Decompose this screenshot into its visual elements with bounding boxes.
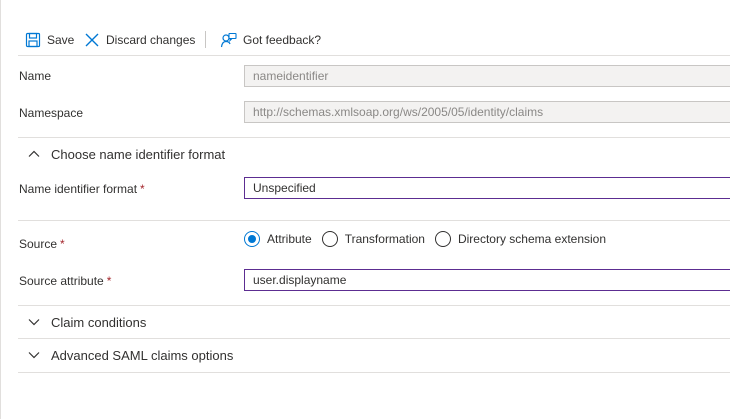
section-divider bbox=[18, 137, 730, 138]
claim-conditions-section-toggle[interactable]: Claim conditions bbox=[27, 313, 146, 331]
radio-selected-indicator bbox=[244, 231, 260, 247]
radio-transformation[interactable]: Transformation bbox=[321, 231, 425, 247]
save-label: Save bbox=[47, 33, 75, 47]
advanced-saml-section-toggle[interactable]: Advanced SAML claims options bbox=[27, 346, 233, 364]
radio-transformation-label: Transformation bbox=[344, 232, 425, 246]
namespace-label: Namespace bbox=[19, 106, 83, 120]
section-title-name-identifier: Choose name identifier format bbox=[51, 146, 226, 162]
source-attribute-dropdown[interactable] bbox=[244, 269, 730, 291]
discard-changes-button[interactable]: Discard changes bbox=[84, 29, 195, 51]
discard-changes-label: Discard changes bbox=[106, 33, 196, 47]
name-identifier-format-section-toggle[interactable]: Choose name identifier format bbox=[27, 145, 225, 163]
feedback-button[interactable]: Got feedback? bbox=[220, 29, 321, 51]
source-attribute-label: Source attribute * bbox=[19, 274, 111, 288]
required-asterisk: * bbox=[60, 237, 65, 251]
name-label-text: Name bbox=[19, 69, 52, 83]
radio-indicator bbox=[321, 231, 338, 247]
section-divider bbox=[18, 220, 730, 221]
section-divider bbox=[18, 305, 730, 306]
source-radio-group: Attribute Transformation Directory schem… bbox=[244, 231, 616, 247]
radio-directory-schema-extension-label: Directory schema extension bbox=[457, 232, 607, 246]
section-divider bbox=[18, 372, 730, 373]
source-label: Source * bbox=[19, 237, 65, 251]
section-title-claim-conditions: Claim conditions bbox=[51, 314, 147, 330]
namespace-label-text: Namespace bbox=[19, 106, 84, 120]
save-button[interactable]: Save bbox=[25, 29, 74, 51]
required-asterisk: * bbox=[140, 182, 145, 196]
close-icon bbox=[84, 32, 100, 48]
required-asterisk: * bbox=[106, 274, 112, 288]
section-title-advanced-saml: Advanced SAML claims options bbox=[51, 347, 234, 363]
source-attribute-label-text: Source attribute bbox=[19, 274, 104, 288]
chevron-down-icon bbox=[27, 348, 41, 362]
name-identifier-format-label: Name identifier format * bbox=[19, 182, 145, 196]
radio-attribute[interactable]: Attribute bbox=[244, 231, 312, 247]
feedback-label: Got feedback? bbox=[243, 33, 322, 47]
source-label-text: Source bbox=[19, 237, 58, 251]
feedback-icon bbox=[220, 32, 237, 49]
save-icon bbox=[25, 32, 41, 48]
name-label: Name bbox=[19, 69, 51, 83]
blade-left-border bbox=[0, 0, 1, 419]
chevron-down-icon bbox=[27, 315, 41, 329]
section-divider bbox=[18, 338, 730, 339]
radio-indicator bbox=[434, 231, 451, 247]
radio-directory-schema-extension[interactable]: Directory schema extension bbox=[434, 231, 607, 247]
chevron-up-icon bbox=[27, 147, 41, 161]
name-identifier-format-label-text: Name identifier format bbox=[19, 182, 138, 196]
toolbar-divider bbox=[205, 31, 206, 48]
name-identifier-format-dropdown[interactable] bbox=[244, 177, 730, 199]
radio-attribute-label: Attribute bbox=[267, 232, 312, 246]
toolbar-bottom-divider bbox=[18, 55, 730, 56]
namespace-input[interactable] bbox=[244, 101, 730, 123]
name-input[interactable] bbox=[244, 65, 730, 87]
